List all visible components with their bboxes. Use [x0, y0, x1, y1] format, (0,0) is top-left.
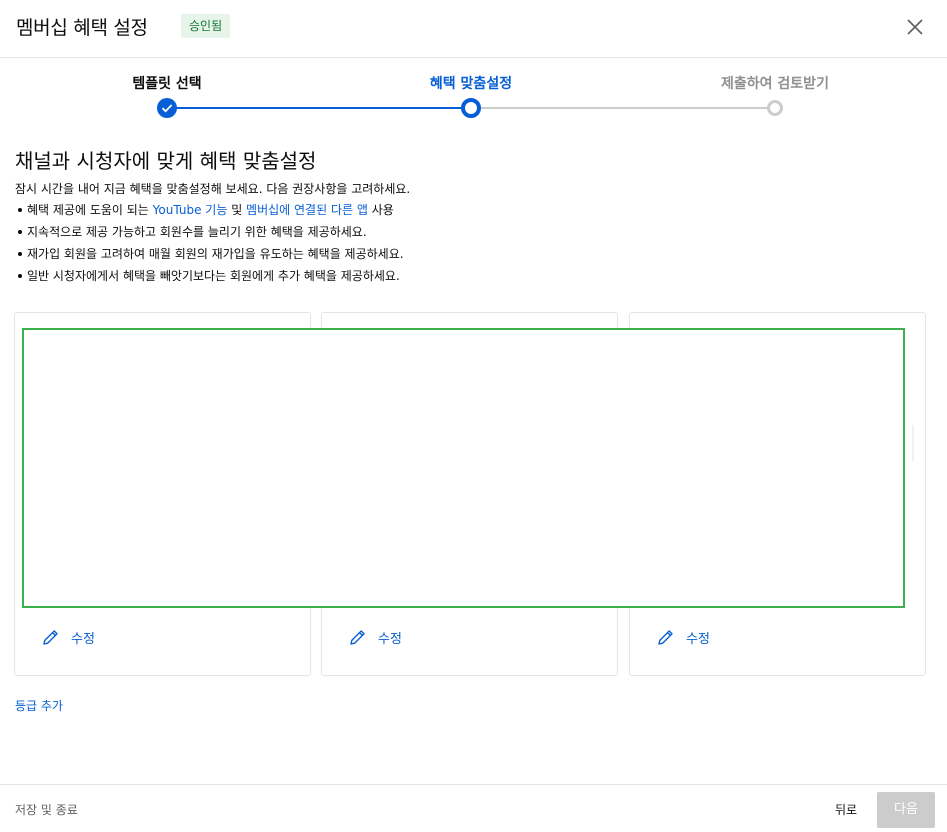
bullet-text: 사용 — [367, 203, 394, 217]
recommendation-list: 혜택 제공에 도움이 되는 YouTube 기능 및 멤버십에 연결된 다른 앱… — [15, 201, 404, 289]
pencil-icon — [43, 630, 58, 645]
close-icon — [907, 19, 923, 35]
edit-label: 수정 — [71, 631, 95, 647]
check-icon — [161, 104, 173, 113]
bullet-text: 혜택 제공에 도움이 되는 — [27, 203, 153, 217]
list-item: 일반 시청자에게서 혜택을 빼앗기보다는 회원에게 추가 혜택을 제공하세요. — [15, 267, 404, 289]
next-button[interactable]: 다음 — [877, 792, 935, 828]
page-heading: 채널과 시청자에 맞게 혜택 맞춤설정 — [15, 149, 317, 173]
stepper-track-complete — [167, 107, 471, 109]
status-badge: 승인됨 — [181, 14, 231, 38]
dialog-footer: 저장 및 종료 뒤로 다음 — [0, 784, 947, 832]
save-and-exit-button[interactable]: 저장 및 종료 — [15, 801, 78, 818]
step-done-indicator — [157, 98, 177, 118]
pencil-icon — [658, 630, 673, 645]
dialog-title: 멤버십 혜택 설정 — [16, 17, 148, 39]
connected-apps-link[interactable]: 멤버십에 연결된 다른 앱 — [246, 203, 368, 217]
edit-label: 수정 — [378, 631, 402, 647]
close-button[interactable] — [903, 15, 927, 39]
youtube-features-link[interactable]: YouTube 기능 — [153, 203, 228, 217]
edit-tier-button[interactable]: 수정 — [348, 626, 402, 648]
bullet-text: 및 — [227, 203, 247, 217]
pencil-icon — [350, 630, 365, 645]
edit-tier-button[interactable]: 수정 — [656, 626, 710, 648]
edit-label: 수정 — [686, 631, 710, 647]
highlight-overlay — [22, 328, 905, 608]
intro-text: 잠시 시간을 내어 지금 혜택을 맞춤설정해 보세요. 다음 권장사항을 고려하… — [15, 182, 411, 196]
step-current-indicator — [461, 98, 481, 118]
edit-tier-button[interactable]: 수정 — [41, 626, 95, 648]
list-item: 혜택 제공에 도움이 되는 YouTube 기능 및 멤버십에 연결된 다른 앱… — [15, 201, 404, 223]
step-label-customize: 혜택 맞춤설정 — [429, 76, 513, 92]
back-button[interactable]: 뒤로 — [835, 801, 857, 818]
step-label-submit: 제출하여 검토받기 — [721, 76, 829, 92]
list-item: 재가입 회원을 고려하여 매월 회원의 재가입을 유도하는 혜택을 제공하세요. — [15, 245, 404, 267]
step-label-template: 템플릿 선택 — [132, 76, 202, 92]
dialog-header: 멤버십 혜택 설정 승인됨 — [0, 0, 947, 58]
stepper-track-pending — [471, 107, 775, 109]
add-tier-link[interactable]: 등급 추가 — [15, 697, 63, 714]
card-scroll-hint — [912, 425, 914, 461]
list-item: 지속적으로 제공 가능하고 회원수를 늘리기 위한 혜택을 제공하세요. — [15, 223, 404, 245]
step-upcoming-indicator — [767, 100, 783, 116]
